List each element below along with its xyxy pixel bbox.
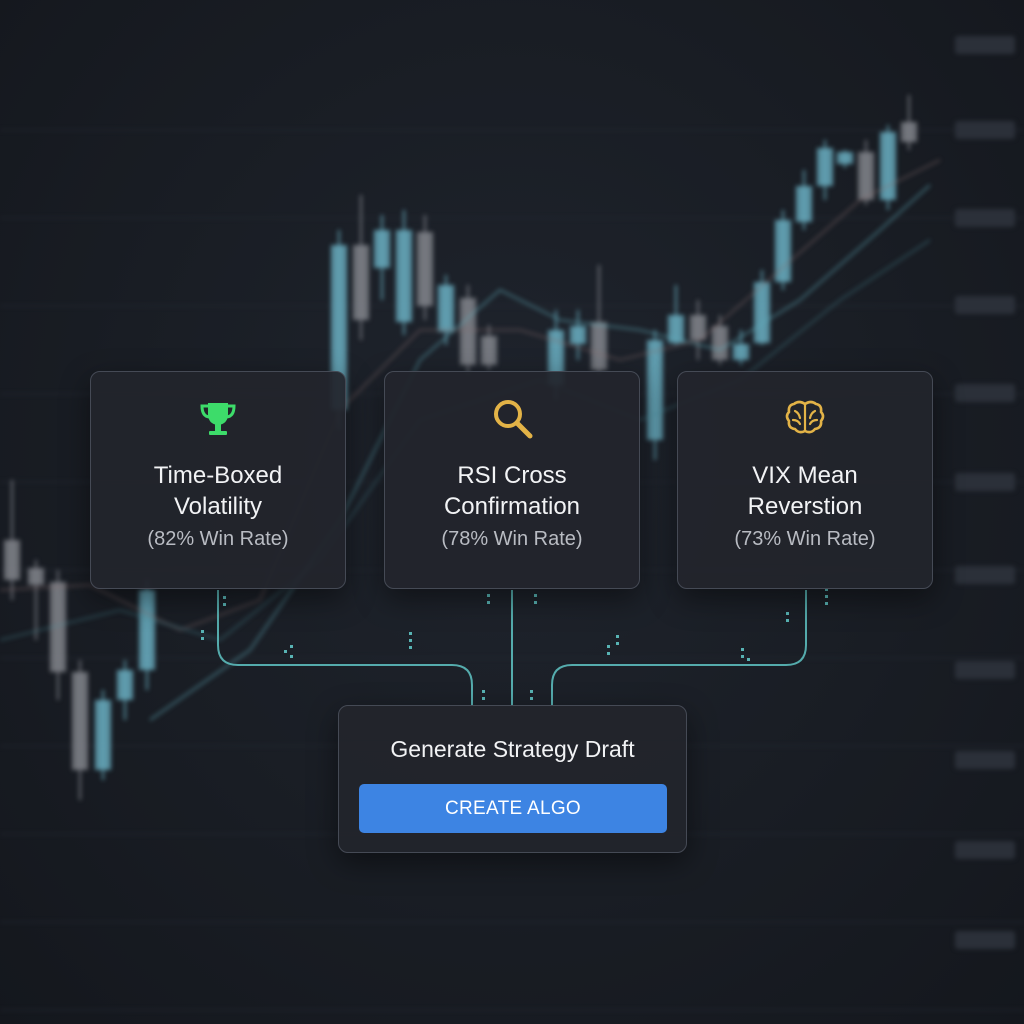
bg-price-label xyxy=(955,473,1015,491)
strategy-title: RSI Cross Confirmation xyxy=(443,462,581,520)
bg-price-label xyxy=(955,841,1015,859)
strategy-card-rsi-cross-confirmation[interactable]: RSI Cross Confirmation (78% Win Rate) xyxy=(384,371,640,589)
bg-candle-body xyxy=(901,122,917,142)
bg-candle-body xyxy=(733,344,749,360)
generate-strategy-panel: Generate Strategy Draft CREATE ALGO xyxy=(338,705,687,853)
bg-candle-body xyxy=(481,336,497,365)
bg-candle-body xyxy=(72,672,88,770)
strategy-title: VIX Mean Reverstion xyxy=(747,462,863,520)
bg-price-label xyxy=(955,661,1015,679)
bg-candle-body xyxy=(4,540,20,580)
bg-price-label xyxy=(955,209,1015,227)
bg-candle-body xyxy=(647,340,663,440)
bg-candle-body xyxy=(796,186,812,222)
create-algo-button[interactable]: CREATE ALGO xyxy=(359,784,667,833)
win-rate-label: (82% Win Rate) xyxy=(147,528,289,550)
bg-candle-body xyxy=(353,245,369,320)
magnifier-icon xyxy=(488,394,536,442)
bg-candle-body xyxy=(139,590,155,670)
trophy-icon xyxy=(194,394,242,442)
win-rate-label: (78% Win Rate) xyxy=(441,528,583,550)
bg-candle-body xyxy=(712,326,728,360)
win-rate-label: (73% Win Rate) xyxy=(734,528,876,550)
bg-candle-body xyxy=(117,670,133,700)
bg-candle-body xyxy=(417,232,433,306)
bg-price-label xyxy=(955,296,1015,314)
bg-price-label xyxy=(955,566,1015,584)
bg-price-label xyxy=(955,384,1015,402)
generate-strategy-title: Generate Strategy Draft xyxy=(390,736,635,762)
bg-candle-body xyxy=(837,152,853,164)
bg-price-label xyxy=(955,931,1015,949)
strategy-card-vix-mean-reversion[interactable]: VIX Mean Reverstion (73% Win Rate) xyxy=(677,371,933,589)
bg-candle-body xyxy=(95,700,111,770)
bg-candle-body xyxy=(438,285,454,332)
bg-candle-body xyxy=(858,152,874,200)
bg-candle-body xyxy=(591,322,607,370)
bg-candle-body xyxy=(817,148,833,186)
bg-candle-body xyxy=(28,568,44,585)
app-canvas: Time-Boxed Volatility (82% Win Rate) RSI… xyxy=(0,0,1024,1024)
bg-price-label xyxy=(955,121,1015,139)
strategy-card-time-boxed-volatility[interactable]: Time-Boxed Volatility (82% Win Rate) xyxy=(90,371,346,589)
bg-candle-body xyxy=(570,326,586,344)
bg-candle-body xyxy=(374,230,390,268)
brain-icon xyxy=(781,394,829,442)
bg-price-label xyxy=(955,751,1015,769)
bg-price-label xyxy=(955,36,1015,54)
bg-candle-body xyxy=(460,298,476,365)
bg-candle-body xyxy=(396,230,412,322)
strategy-title: Time-Boxed Volatility xyxy=(153,462,283,520)
